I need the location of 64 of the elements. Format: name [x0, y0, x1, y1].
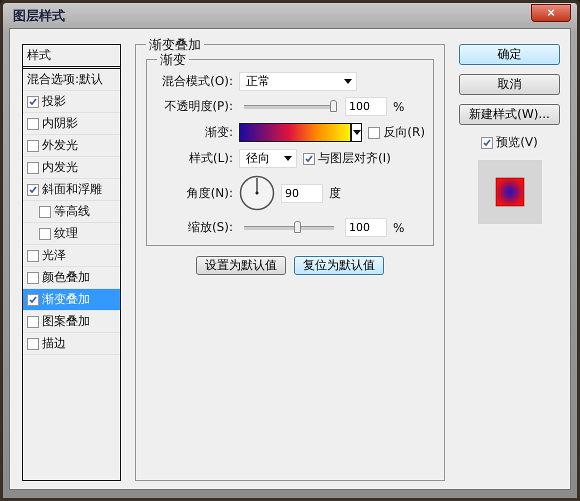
checkbox[interactable] [39, 228, 51, 240]
caret-icon [284, 156, 292, 161]
checkbox[interactable] [27, 118, 39, 130]
item-label: 纹理 [54, 225, 78, 242]
slider-thumb[interactable] [330, 100, 337, 112]
dialog-button[interactable]: 取消 [459, 74, 560, 95]
item-label: 混合选项:默认 [27, 71, 104, 88]
checkbox[interactable] [368, 126, 380, 138]
checkbox[interactable] [27, 338, 39, 350]
unit-label: % [393, 220, 404, 234]
item-label: 内阴影 [42, 115, 78, 132]
item-label: 斜面和浮雕 [42, 181, 102, 198]
preview-swatch-drawing [478, 160, 542, 224]
item-label: 投影 [42, 93, 66, 110]
checkbox[interactable] [27, 140, 39, 152]
item-label: 等高线 [54, 203, 90, 220]
default-button[interactable]: 复位为默认值 [294, 256, 384, 275]
field-label: 样式(L): [188, 150, 233, 167]
item-label: 图案叠加 [42, 313, 90, 330]
dialog-button[interactable]: 确定 [459, 44, 560, 65]
field-label: 渐变: [204, 124, 233, 141]
item-label: 光泽 [42, 247, 66, 264]
checkbox-label: 反向(R) [383, 124, 425, 141]
unit-label: 度 [329, 184, 341, 202]
checkbox[interactable] [27, 272, 39, 284]
checkbox-label: 预览(V) [496, 134, 538, 151]
gradient-swatch[interactable] [239, 123, 351, 142]
caret-icon [344, 79, 352, 84]
unit-label: % [393, 100, 404, 114]
item-label: 外发光 [42, 137, 78, 154]
caret-icon [352, 130, 361, 135]
item-label: 内发光 [42, 159, 78, 176]
checkbox[interactable] [27, 250, 39, 262]
close-button[interactable]: × [531, 4, 571, 22]
checkbox[interactable] [27, 96, 39, 108]
checkbox[interactable] [27, 162, 39, 174]
item-label: 描边 [42, 335, 66, 352]
checkbox[interactable] [27, 294, 39, 306]
gradient-dropdown-button[interactable] [350, 123, 362, 142]
field-label: 不透明度(P): [163, 98, 233, 115]
item-label: 颜色叠加 [42, 269, 90, 286]
field-label: 缩放(S): [186, 219, 233, 236]
checkbox[interactable] [27, 316, 39, 328]
checkbox[interactable] [303, 152, 315, 164]
field-label: 混合模式(O): [161, 73, 233, 90]
dialog-button[interactable]: 新建样式(W)... [459, 104, 560, 125]
blend-mode-select[interactable]: 正常 [239, 72, 357, 91]
window-title: 图层样式 [12, 8, 65, 24]
field-label: 角度(N): [186, 184, 233, 202]
item-label: 样式 [27, 47, 51, 64]
slider-thumb[interactable] [294, 220, 301, 232]
scale-input[interactable]: 100 [345, 218, 387, 237]
opacity-input[interactable]: 100 [345, 97, 387, 116]
checkbox-label: 与图层对齐(I) [318, 150, 391, 167]
angle-input[interactable]: 90 [281, 184, 323, 202]
style-select[interactable]: 径向 [239, 149, 297, 168]
item-label: 渐变叠加 [42, 291, 90, 308]
checkbox[interactable] [481, 136, 494, 148]
panel-title: 渐变叠加 [146, 36, 204, 54]
angle-dial[interactable] [239, 175, 275, 211]
checkbox[interactable] [39, 206, 51, 218]
default-button[interactable]: 设置为默认值 [196, 256, 286, 275]
checkbox[interactable] [27, 184, 39, 196]
group-title: 渐变 [157, 51, 189, 69]
